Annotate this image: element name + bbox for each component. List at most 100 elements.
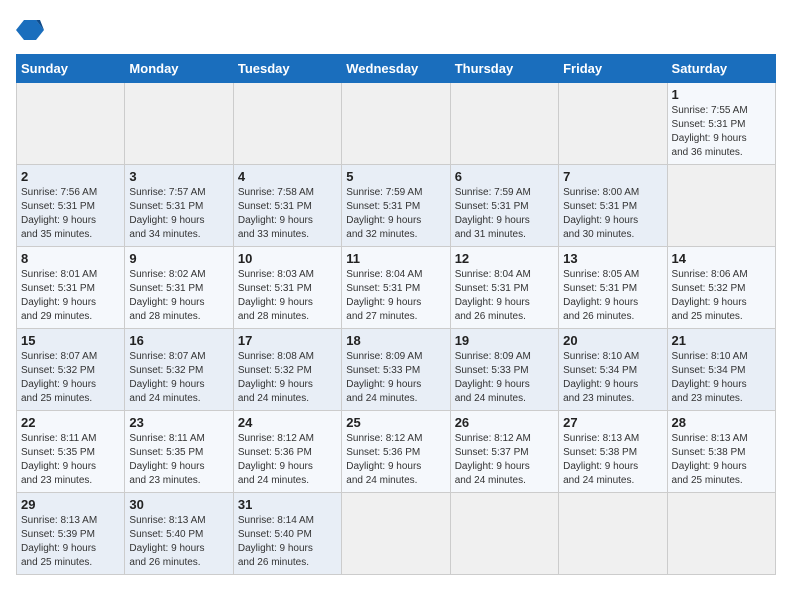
header-day: Friday xyxy=(559,55,667,83)
empty-cell xyxy=(559,83,667,165)
day-info: Sunrise: 7:59 AMSunset: 5:31 PMDaylight:… xyxy=(455,186,554,242)
day-number: 1 xyxy=(672,87,771,102)
empty-cell xyxy=(125,83,233,165)
day-number: 29 xyxy=(21,497,120,512)
day-number: 23 xyxy=(129,415,228,430)
calendar-week: 22 Sunrise: 8:11 AMSunset: 5:35 PMDayligh… xyxy=(17,411,776,493)
day-info: Sunrise: 8:10 AMSunset: 5:34 PMDaylight:… xyxy=(563,350,662,406)
calendar-cell: 21Sunrise: 8:10 AMSunset: 5:34 PMDayligh… xyxy=(667,329,775,411)
day-number: 7 xyxy=(563,169,662,184)
day-number: 18 xyxy=(346,333,445,348)
day-info: Sunrise: 7:57 AMSunset: 5:31 PMDaylight:… xyxy=(129,186,228,242)
empty-cell xyxy=(450,83,558,165)
calendar-cell: 31 Sunrise: 8:14 AMSunset: 5:40 PMDayligh… xyxy=(233,493,341,575)
day-info: Sunrise: 7:56 AMSunset: 5:31 PMDaylight:… xyxy=(21,186,120,242)
calendar-cell: 8 Sunrise: 8:01 AMSunset: 5:31 PMDaylight… xyxy=(17,247,125,329)
calendar-cell xyxy=(667,493,775,575)
day-info: Sunrise: 8:04 AMSunset: 5:31 PMDaylight:… xyxy=(346,268,445,324)
day-info: Sunrise: 8:12 AMSunset: 5:37 PMDaylight:… xyxy=(455,432,554,488)
day-number: 6 xyxy=(455,169,554,184)
calendar-cell: 24 Sunrise: 8:12 AMSunset: 5:36 PMDayligh… xyxy=(233,411,341,493)
day-number: 12 xyxy=(455,251,554,266)
calendar-header: SundayMondayTuesdayWednesdayThursdayFrid… xyxy=(17,55,776,83)
day-number: 5 xyxy=(346,169,445,184)
day-number: 8 xyxy=(21,251,120,266)
day-number: 30 xyxy=(129,497,228,512)
day-info: Sunrise: 8:06 AMSunset: 5:32 PMDaylight:… xyxy=(672,268,771,324)
calendar-week: 2Sunrise: 7:56 AMSunset: 5:31 PMDaylight… xyxy=(17,165,776,247)
header-day: Monday xyxy=(125,55,233,83)
day-info: Sunrise: 8:12 AMSunset: 5:36 PMDaylight:… xyxy=(346,432,445,488)
header-day: Sunday xyxy=(17,55,125,83)
header-day: Thursday xyxy=(450,55,558,83)
day-info: Sunrise: 8:10 AMSunset: 5:34 PMDaylight:… xyxy=(672,350,771,406)
day-number: 31 xyxy=(238,497,337,512)
day-number: 3 xyxy=(129,169,228,184)
day-number: 22 xyxy=(21,415,120,430)
calendar-cell: 3 Sunrise: 7:57 AMSunset: 5:31 PMDaylight… xyxy=(125,165,233,247)
day-info: Sunrise: 8:09 AMSunset: 5:33 PMDaylight:… xyxy=(455,350,554,406)
day-number: 24 xyxy=(238,415,337,430)
day-number: 11 xyxy=(346,251,445,266)
header-day: Saturday xyxy=(667,55,775,83)
calendar-cell: 12 Sunrise: 8:04 AMSunset: 5:31 PMDayligh… xyxy=(450,247,558,329)
calendar-week: 15 Sunrise: 8:07 AMSunset: 5:32 PMDayligh… xyxy=(17,329,776,411)
day-info: Sunrise: 8:09 AMSunset: 5:33 PMDaylight:… xyxy=(346,350,445,406)
page-header xyxy=(16,16,776,44)
calendar-cell: 1 Sunrise: 7:55 AMSunset: 5:31 PMDaylight… xyxy=(667,83,775,165)
day-info: Sunrise: 7:55 AMSunset: 5:31 PMDaylight:… xyxy=(672,104,771,160)
calendar-table: SundayMondayTuesdayWednesdayThursdayFrid… xyxy=(16,54,776,575)
day-number: 16 xyxy=(129,333,228,348)
day-number: 25 xyxy=(346,415,445,430)
day-number: 19 xyxy=(455,333,554,348)
calendar-cell: 2Sunrise: 7:56 AMSunset: 5:31 PMDaylight… xyxy=(17,165,125,247)
day-info: Sunrise: 8:00 AMSunset: 5:31 PMDaylight:… xyxy=(563,186,662,242)
calendar-cell: 29Sunrise: 8:13 AMSunset: 5:39 PMDayligh… xyxy=(17,493,125,575)
calendar-cell: 20 Sunrise: 8:10 AMSunset: 5:34 PMDayligh… xyxy=(559,329,667,411)
empty-cell xyxy=(342,83,450,165)
calendar-cell: 28Sunrise: 8:13 AMSunset: 5:38 PMDayligh… xyxy=(667,411,775,493)
calendar-cell xyxy=(342,493,450,575)
calendar-week: 8 Sunrise: 8:01 AMSunset: 5:31 PMDaylight… xyxy=(17,247,776,329)
day-number: 20 xyxy=(563,333,662,348)
calendar-cell: 5 Sunrise: 7:59 AMSunset: 5:31 PMDaylight… xyxy=(342,165,450,247)
day-info: Sunrise: 8:01 AMSunset: 5:31 PMDaylight:… xyxy=(21,268,120,324)
day-info: Sunrise: 8:13 AMSunset: 5:38 PMDaylight:… xyxy=(563,432,662,488)
day-info: Sunrise: 8:12 AMSunset: 5:36 PMDaylight:… xyxy=(238,432,337,488)
day-number: 27 xyxy=(563,415,662,430)
calendar-cell: 17Sunrise: 8:08 AMSunset: 5:32 PMDayligh… xyxy=(233,329,341,411)
header-row: SundayMondayTuesdayWednesdayThursdayFrid… xyxy=(17,55,776,83)
day-info: Sunrise: 8:14 AMSunset: 5:40 PMDaylight:… xyxy=(238,514,337,570)
calendar-cell: 18 Sunrise: 8:09 AMSunset: 5:33 PMDayligh… xyxy=(342,329,450,411)
day-number: 9 xyxy=(129,251,228,266)
day-number: 10 xyxy=(238,251,337,266)
day-info: Sunrise: 8:11 AMSunset: 5:35 PMDaylight:… xyxy=(129,432,228,488)
calendar-cell: 7 Sunrise: 8:00 AMSunset: 5:31 PMDaylight… xyxy=(559,165,667,247)
calendar-cell: 13Sunrise: 8:05 AMSunset: 5:31 PMDayligh… xyxy=(559,247,667,329)
calendar-cell: 27 Sunrise: 8:13 AMSunset: 5:38 PMDayligh… xyxy=(559,411,667,493)
calendar-cell xyxy=(667,165,775,247)
calendar-cell: 11 Sunrise: 8:04 AMSunset: 5:31 PMDayligh… xyxy=(342,247,450,329)
day-info: Sunrise: 8:03 AMSunset: 5:31 PMDaylight:… xyxy=(238,268,337,324)
day-number: 15 xyxy=(21,333,120,348)
day-number: 14 xyxy=(672,251,771,266)
day-info: Sunrise: 8:08 AMSunset: 5:32 PMDaylight:… xyxy=(238,350,337,406)
header-day: Wednesday xyxy=(342,55,450,83)
day-number: 28 xyxy=(672,415,771,430)
day-info: Sunrise: 8:04 AMSunset: 5:31 PMDaylight:… xyxy=(455,268,554,324)
calendar-cell xyxy=(559,493,667,575)
calendar-week: 1 Sunrise: 7:55 AMSunset: 5:31 PMDaylight… xyxy=(17,83,776,165)
calendar-cell: 14 Sunrise: 8:06 AMSunset: 5:32 PMDayligh… xyxy=(667,247,775,329)
day-info: Sunrise: 7:59 AMSunset: 5:31 PMDaylight:… xyxy=(346,186,445,242)
calendar-week: 29Sunrise: 8:13 AMSunset: 5:39 PMDayligh… xyxy=(17,493,776,575)
logo-icon xyxy=(16,16,44,44)
empty-cell xyxy=(233,83,341,165)
day-info: Sunrise: 8:07 AMSunset: 5:32 PMDaylight:… xyxy=(21,350,120,406)
day-info: Sunrise: 7:58 AMSunset: 5:31 PMDaylight:… xyxy=(238,186,337,242)
calendar-cell: 4Sunrise: 7:58 AMSunset: 5:31 PMDaylight… xyxy=(233,165,341,247)
calendar-cell: 23 Sunrise: 8:11 AMSunset: 5:35 PMDayligh… xyxy=(125,411,233,493)
day-number: 26 xyxy=(455,415,554,430)
calendar-cell: 22Sunrise: 8:11 AMSunset: 5:35 PMDayligh… xyxy=(17,411,125,493)
calendar-cell: 19 Sunrise: 8:09 AMSunset: 5:33 PMDayligh… xyxy=(450,329,558,411)
empty-cell xyxy=(17,83,125,165)
